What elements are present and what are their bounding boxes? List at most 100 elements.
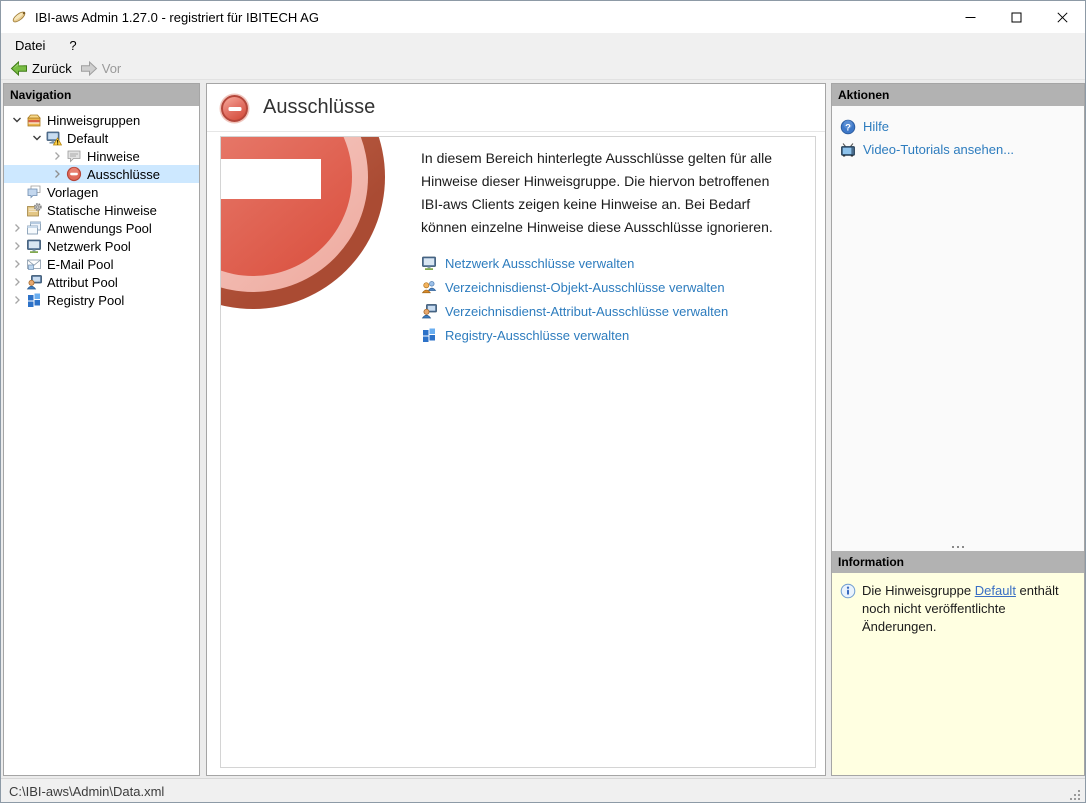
chevron-right-icon[interactable] <box>48 151 66 161</box>
close-button[interactable] <box>1039 1 1085 33</box>
title-bar: IBI-aws Admin 1.27.0 - registriert für I… <box>1 1 1085 33</box>
tree-item-label: Anwendungs Pool <box>47 220 152 236</box>
forward-arrow-icon <box>80 60 98 77</box>
resize-grip[interactable] <box>1069 789 1081 801</box>
email-icon <box>26 256 42 272</box>
back-arrow-icon <box>10 60 28 77</box>
navigation-header: Navigation <box>4 84 199 106</box>
information-body: Die Hinweisgruppe Default enthält noch n… <box>832 573 1084 775</box>
chevron-down-icon[interactable] <box>28 133 46 143</box>
tree-item-label: Ausschlüsse <box>87 166 160 182</box>
navigation-tree: Hinweisgruppen Default Hinweise Ausschlü… <box>4 106 199 775</box>
back-button-label: Zurück <box>32 60 72 76</box>
forward-button-label: Vor <box>101 60 122 76</box>
app-window: IBI-aws Admin 1.27.0 - registriert für I… <box>0 0 1086 803</box>
tree-item-label: Vorlagen <box>47 184 99 200</box>
page-title: Ausschlüsse <box>263 96 376 118</box>
actions-body: ? Hilfe Video-Tutorials ansehen... <box>832 106 1084 543</box>
applications-icon <box>26 220 42 236</box>
tree-item-label: Netzwerk Pool <box>47 238 131 254</box>
ausschluesse-content-box: In diesem Bereich hinterlegte Ausschlüss… <box>220 136 816 768</box>
link-row: Registry-Ausschlüsse verwalten <box>421 323 795 347</box>
tree-item-netzwerk-pool[interactable]: Netzwerk Pool <box>4 237 199 255</box>
chevron-right-icon[interactable] <box>8 295 26 305</box>
manage-registry-exclusions-link[interactable]: Registry-Ausschlüsse verwalten <box>445 328 629 343</box>
data-file-path: C:\IBI-aws\Admin\Data.xml <box>9 784 165 799</box>
chevron-right-icon[interactable] <box>8 241 26 251</box>
help-link[interactable]: Hilfe <box>863 119 889 134</box>
content-region: Navigation Hinweisgruppen Default Hinwei… <box>1 80 1085 778</box>
tree-item-statische-hinweise[interactable]: Statische Hinweise <box>4 201 199 219</box>
actions-header: Aktionen <box>832 84 1084 106</box>
help-icon: ? <box>840 119 856 135</box>
info-icon <box>840 583 856 775</box>
chevron-right-icon[interactable] <box>8 259 26 269</box>
person-monitor-icon <box>421 303 437 319</box>
package-icon <box>26 112 42 128</box>
static-note-icon <box>26 202 42 218</box>
tree-item-email-pool[interactable]: E-Mail Pool <box>4 255 199 273</box>
tree-item-registry-pool[interactable]: Registry Pool <box>4 291 199 309</box>
main-panel: Ausschlüsse In diesem Bereich hinterlegt… <box>206 83 826 776</box>
registry-grid-icon <box>421 327 437 343</box>
action-row: ? Hilfe <box>832 115 1084 138</box>
tree-item-label: Hinweisgruppen <box>47 112 141 128</box>
tree-item-hinweise[interactable]: Hinweise <box>4 147 199 165</box>
menu-bar: Datei ? <box>1 33 1085 57</box>
monitor-warning-icon <box>46 130 62 146</box>
tree-item-label: Default <box>67 130 109 146</box>
manage-directory-attribute-exclusions-link[interactable]: Verzeichnisdienst-Attribut-Ausschlüsse v… <box>445 304 728 319</box>
description-text: In diesem Bereich hinterlegte Ausschlüss… <box>421 150 773 235</box>
templates-icon <box>26 184 42 200</box>
forward-button[interactable]: Vor <box>78 58 128 79</box>
link-row: Verzeichnisdienst-Attribut-Ausschlüsse v… <box>421 299 795 323</box>
information-header: Information <box>832 551 1084 573</box>
minimize-button[interactable] <box>947 1 993 33</box>
main-body: In diesem Bereich hinterlegte Ausschlüss… <box>207 132 825 775</box>
app-logo-icon <box>11 9 27 25</box>
chevron-right-icon[interactable] <box>8 223 26 233</box>
maximize-button[interactable] <box>993 1 1039 33</box>
tree-item-label: Hinweise <box>87 148 140 164</box>
manage-network-exclusions-link[interactable]: Netzwerk Ausschlüsse verwalten <box>445 256 634 271</box>
tree-item-label: Attribut Pool <box>47 274 118 290</box>
default-group-link[interactable]: Default <box>975 583 1016 598</box>
network-monitor-icon <box>421 255 437 271</box>
tree-item-label: E-Mail Pool <box>47 256 114 272</box>
tree-item-anwendungs-pool[interactable]: Anwendungs Pool <box>4 219 199 237</box>
directory-users-icon <box>421 279 437 295</box>
prohibition-icon <box>221 95 248 122</box>
chevron-right-icon[interactable] <box>48 169 66 179</box>
svg-text:?: ? <box>845 122 851 133</box>
video-tutorials-link[interactable]: Video-Tutorials ansehen... <box>863 142 1014 157</box>
person-monitor-icon <box>26 274 42 290</box>
link-row: Verzeichnisdienst-Objekt-Ausschlüsse ver… <box>421 275 795 299</box>
navigation-panel: Navigation Hinweisgruppen Default Hinwei… <box>3 83 200 776</box>
menu-help[interactable]: ? <box>59 33 86 57</box>
tree-item-ausschluesse[interactable]: Ausschlüsse <box>4 165 199 183</box>
toolbar: Zurück Vor <box>1 57 1085 80</box>
manage-directory-object-exclusions-link[interactable]: Verzeichnisdienst-Objekt-Ausschlüsse ver… <box>445 280 725 295</box>
panel-splitter-handle[interactable] <box>832 543 1084 551</box>
network-monitor-icon <box>26 238 42 254</box>
back-button[interactable]: Zurück <box>8 58 78 79</box>
right-sidebar: Aktionen ? Hilfe Video-Tutorials ansehen… <box>831 83 1085 776</box>
chevron-down-icon[interactable] <box>8 115 26 125</box>
action-row: Video-Tutorials ansehen... <box>832 138 1084 161</box>
link-row: Netzwerk Ausschlüsse verwalten <box>421 251 795 275</box>
tree-item-attribut-pool[interactable]: Attribut Pool <box>4 273 199 291</box>
menu-datei[interactable]: Datei <box>15 33 59 57</box>
main-header: Ausschlüsse <box>207 84 825 132</box>
chevron-right-icon[interactable] <box>8 277 26 287</box>
manage-links: Netzwerk Ausschlüsse verwalten Verzeichn… <box>421 251 795 347</box>
speech-bubble-icon <box>66 148 82 164</box>
prohibition-icon <box>66 166 82 182</box>
tree-item-hinweisgruppen[interactable]: Hinweisgruppen <box>4 111 199 129</box>
tree-item-vorlagen[interactable]: Vorlagen <box>4 183 199 201</box>
window-title: IBI-aws Admin 1.27.0 - registriert für I… <box>35 9 319 25</box>
information-message: Die Hinweisgruppe Default enthält noch n… <box>862 583 1059 634</box>
registry-grid-icon <box>26 292 42 308</box>
tree-item-label: Statische Hinweise <box>47 202 157 218</box>
tree-item-label: Registry Pool <box>47 292 125 308</box>
tree-item-default[interactable]: Default <box>4 129 199 147</box>
